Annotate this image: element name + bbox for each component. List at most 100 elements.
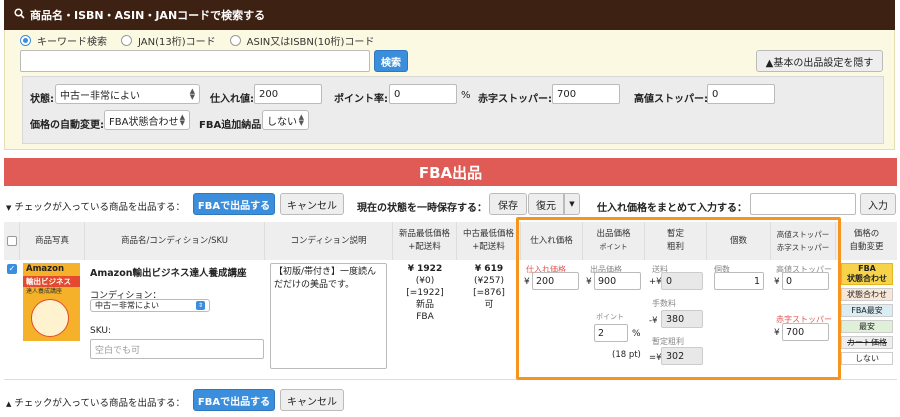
- keyword-input[interactable]: [20, 50, 370, 72]
- caret-down-icon: ▼: [569, 200, 575, 208]
- auto-option-lowest[interactable]: 最安: [841, 320, 893, 333]
- list-checked-label: ▼ チェックが入っている商品を出品する：: [6, 199, 185, 213]
- row-condition-value: 中古ー非常によい: [95, 301, 159, 310]
- header-profit-2: 粗利: [666, 242, 684, 252]
- search-header: 商品名・ISBN・ASIN・JANコードで検索する: [4, 0, 895, 30]
- row-condition-select[interactable]: 中古ー非常によい ⇕: [90, 299, 210, 312]
- fba-add-select[interactable]: しない ▲ ▼: [262, 110, 309, 130]
- row-profit-value: 302: [661, 347, 703, 365]
- red-stopper-input[interactable]: 700: [552, 84, 620, 104]
- product-image: Amazon 輸出ビジネス 達人養成講座: [23, 263, 80, 341]
- radio-keyword[interactable]: [20, 35, 31, 46]
- list-fba-button[interactable]: FBAで出品する: [193, 193, 275, 215]
- high-currency: ¥: [774, 277, 780, 287]
- header-new-min-2: +配送料: [408, 242, 441, 252]
- row-purchase-input[interactable]: 200: [532, 272, 579, 290]
- footer-cancel-button[interactable]: キャンセル: [280, 389, 344, 411]
- used-ship: (¥257): [474, 276, 504, 286]
- auto-option-fba-state[interactable]: FBA 状態合わせ: [841, 263, 893, 285]
- cover-badge: [31, 299, 69, 337]
- radio-jan[interactable]: [121, 35, 132, 46]
- point-input[interactable]: 0: [389, 84, 457, 104]
- condition-select-value: 中古ー非常によい: [60, 90, 140, 102]
- header-list-price-1: 出品価格: [596, 229, 631, 239]
- used-min-price-cell: ¥ 619 (¥257) [=876] 可: [457, 263, 521, 311]
- row-fee-label: 手数料: [652, 299, 676, 308]
- row-point-label: ポイント: [596, 313, 624, 321]
- used-cond: 可: [484, 300, 494, 310]
- row-qty-input[interactable]: 1: [714, 272, 764, 290]
- cover-title-1: Amazon: [23, 263, 80, 276]
- header-name: 商品名/コンディション/SKU: [85, 222, 265, 260]
- restore-dropdown-caret[interactable]: ▼: [564, 193, 580, 215]
- search-mode-radios: キーワード検索 JAN(13桁)コード ASIN又はISBN(10桁)コード: [20, 33, 374, 48]
- restore-button[interactable]: 復元: [528, 193, 564, 215]
- product-title: Amazon輸出ビジネス達人養成講座: [90, 268, 247, 279]
- footer-list-fba-button[interactable]: FBAで出品する: [193, 389, 275, 411]
- hide-settings-button[interactable]: ▲基本の出品設定を隠す: [756, 50, 883, 72]
- header-stopper-1: 高値ストッパー: [776, 230, 830, 239]
- auto-price-select[interactable]: FBA状態合わせ ▲ ▼: [104, 110, 190, 130]
- row-point-input[interactable]: 2: [594, 324, 628, 342]
- select-arrows-icon: ⇕: [196, 301, 205, 310]
- bulk-purchase-label: 仕入れ価格をまとめて入力する：: [597, 203, 747, 214]
- header-auto-price: 価格の 自動変更: [836, 222, 897, 260]
- auto-option-fba-lowest[interactable]: FBA最安: [841, 304, 893, 317]
- high-stopper-input[interactable]: 0: [707, 84, 775, 104]
- select-all-checkbox[interactable]: [6, 236, 17, 246]
- header-purchase: 仕入れ価格: [521, 222, 583, 260]
- list-currency: ¥: [586, 277, 592, 287]
- new-channel: FBA: [416, 312, 434, 322]
- bulk-enter-button[interactable]: 入力: [860, 193, 896, 215]
- header-used-min: 中古最低価格 +配送料: [457, 222, 521, 260]
- triangle-down-icon: ▼: [6, 204, 12, 212]
- search-icon: [14, 8, 25, 22]
- radio-asin-label[interactable]: ASIN又はISBN(10桁)コード: [247, 33, 375, 48]
- radio-asin[interactable]: [229, 35, 241, 46]
- header-qty: 個数: [707, 222, 771, 260]
- header-new-min-1: 新品最低価格: [398, 229, 450, 239]
- fba-title-bar: FBA出品: [4, 158, 897, 186]
- footer-list-checked-text: チェックが入っている商品を出品する：: [14, 398, 185, 409]
- bulk-purchase-input[interactable]: [750, 193, 856, 215]
- header-used-min-1: 中古最低価格: [462, 229, 514, 239]
- row-shipping-value: 0: [661, 272, 703, 290]
- header-checkbox-cell: [4, 222, 20, 260]
- header-profit-1: 暫定: [666, 229, 684, 239]
- condition-select[interactable]: 中古ー非常によい ▲ ▼: [55, 84, 200, 104]
- row-high-stopper-input[interactable]: 0: [782, 272, 829, 290]
- condition-desc-textarea[interactable]: 【初版/帯付き】一度読んだだけの美品です。: [270, 263, 387, 369]
- auto-option-state[interactable]: 状態合わせ: [841, 288, 893, 301]
- row-list-price-input[interactable]: 900: [594, 272, 641, 290]
- header-stopper-2: 赤字ストッパー: [776, 243, 830, 252]
- header-stopper: 高値ストッパー 赤字ストッパー: [771, 222, 836, 260]
- sku-label: SKU:: [90, 326, 111, 336]
- updown-icon: ▲ ▼: [298, 113, 304, 127]
- sku-input[interactable]: 空白でも可: [90, 339, 264, 359]
- save-button[interactable]: 保存: [489, 193, 527, 215]
- auto-option-none[interactable]: しない: [841, 352, 893, 365]
- cancel-button[interactable]: キャンセル: [280, 193, 344, 215]
- shipping-prefix: +¥: [649, 277, 662, 287]
- purchase-label: 仕入れ値:: [210, 94, 254, 105]
- radio-jan-label[interactable]: JAN(13桁)コード: [138, 33, 216, 48]
- radio-keyword-label[interactable]: キーワード検索: [37, 33, 107, 48]
- cover-title-3: 達人養成講座: [26, 288, 63, 295]
- row-fee-value: 380: [661, 310, 703, 328]
- new-total: [=1922]: [406, 288, 444, 298]
- search-title: 商品名・ISBN・ASIN・JANコードで検索する: [30, 9, 266, 22]
- point-label: ポイント率:: [334, 94, 388, 105]
- header-list-price: 出品価格 ポイント: [583, 222, 645, 260]
- row-red-stopper-input[interactable]: 700: [782, 323, 829, 341]
- new-min-price-cell: ¥ 1922 (¥0) [=1922] 新品 FBA: [393, 263, 457, 323]
- auto-option-cart-price[interactable]: カート価格: [841, 336, 893, 349]
- header-profit: 暫定 粗利: [645, 222, 707, 260]
- list-checked-text: チェックが入っている商品を出品する：: [14, 202, 185, 213]
- fba-add-label: FBA追加納品:: [199, 120, 266, 131]
- row-point-unit: %: [632, 329, 641, 339]
- row-checkbox[interactable]: ✓: [7, 264, 17, 274]
- purchase-input[interactable]: 200: [254, 84, 322, 104]
- used-total: [=876]: [473, 288, 505, 298]
- search-button[interactable]: 検索: [374, 50, 408, 72]
- triangle-up-icon: ▲: [6, 400, 12, 408]
